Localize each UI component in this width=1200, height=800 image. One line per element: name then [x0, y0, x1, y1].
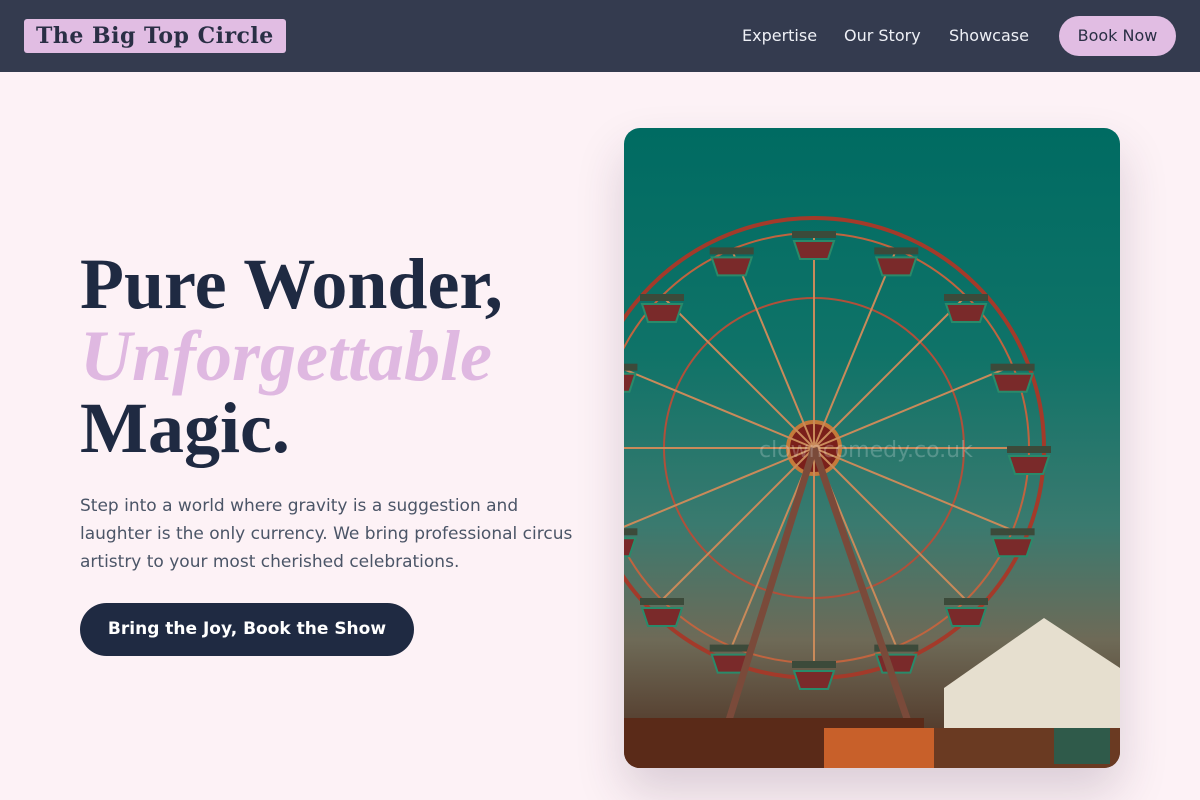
headline-line-1: Pure Wonder,	[80, 244, 503, 324]
site-logo[interactable]: The Big Top Circle	[24, 19, 286, 53]
wheel-gondola	[1007, 446, 1051, 475]
wheel-gondola	[640, 598, 684, 627]
wheel-gondola	[944, 598, 988, 627]
top-navbar: The Big Top Circle Expertise Our Story S…	[0, 0, 1200, 72]
wheel-gondola	[990, 363, 1035, 393]
headline-accent-word: Unforgettable	[80, 316, 492, 396]
book-now-button[interactable]: Book Now	[1059, 16, 1176, 56]
nav-link-our-story[interactable]: Our Story	[844, 26, 921, 46]
hero-headline: Pure Wonder, Unforgettable Magic.	[80, 248, 600, 464]
wheel-gondola	[624, 363, 638, 393]
wheel-gondola	[624, 528, 638, 558]
image-watermark: clowncomedy.co.uk	[759, 438, 973, 463]
wheel-gondola	[792, 661, 836, 690]
wheel-gondola	[709, 247, 754, 277]
wheel-gondola	[640, 294, 684, 323]
headline-line-3: Magic.	[80, 388, 290, 468]
wheel-gondola	[874, 247, 919, 277]
nav-link-expertise[interactable]: Expertise	[742, 26, 817, 46]
book-the-show-button[interactable]: Bring the Joy, Book the Show	[80, 603, 414, 656]
wheel-gondola	[792, 231, 836, 260]
hero-intro-text: Step into a world where gravity is a sug…	[80, 496, 573, 572]
wheel-gondola	[990, 528, 1035, 558]
ferris-wheel-image: clowncomedy.co.uk	[624, 128, 1120, 768]
nav-link-showcase[interactable]: Showcase	[949, 26, 1029, 46]
wheel-gondola	[944, 294, 988, 323]
